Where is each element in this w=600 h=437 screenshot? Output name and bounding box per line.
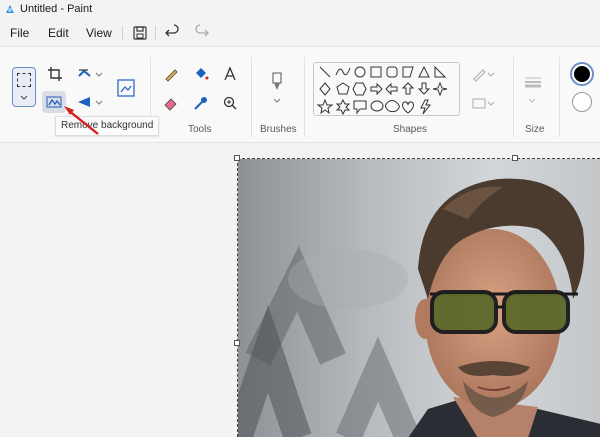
group-divider (559, 57, 560, 137)
paint-app-icon (6, 5, 14, 13)
group-divider (304, 57, 305, 137)
chevron-down-icon[interactable] (95, 71, 103, 79)
five-point-star-shape-icon (316, 98, 334, 115)
right-arrow-shape-icon (370, 82, 383, 96)
undo-icon[interactable] (163, 24, 181, 42)
menu-edit[interactable]: Edit (48, 26, 69, 40)
secondary-color-swatch[interactable] (572, 92, 592, 112)
group-divider (251, 57, 252, 137)
triangle-shape-icon (418, 65, 430, 78)
four-point-star-shape-icon (432, 81, 448, 97)
rect-callout-shape-icon (353, 100, 367, 115)
lightning-shape-icon (420, 99, 432, 115)
window-title: Untitled - Paint (20, 3, 93, 15)
text-icon[interactable] (219, 63, 241, 85)
size-lines-icon[interactable] (522, 71, 544, 93)
canvas[interactable] (237, 158, 600, 437)
crop-icon[interactable] (44, 63, 66, 85)
save-icon[interactable] (131, 24, 149, 42)
chevron-down-icon[interactable] (487, 100, 495, 108)
shapes-group-label: Shapes (393, 124, 427, 135)
color-picker-icon[interactable] (190, 92, 212, 114)
menu-view[interactable]: View (86, 26, 112, 40)
pentagon-shape-icon (336, 82, 350, 95)
menu-bar: File Edit View (0, 20, 600, 46)
six-point-star-shape-icon (335, 98, 351, 116)
canvas-resize-handle[interactable] (234, 155, 240, 161)
selection-rect-icon (17, 73, 31, 87)
title-bar: Untitled - Paint (0, 0, 600, 20)
canvas-resize-handle[interactable] (234, 340, 240, 346)
rectangle-shape-icon (370, 66, 382, 78)
polygon-shape-icon (402, 66, 414, 78)
select-button[interactable] (12, 67, 36, 107)
oval-callout-shape-icon (370, 100, 384, 112)
shapes-icons (316, 65, 448, 116)
menu-divider (155, 26, 156, 40)
portrait-image (238, 159, 600, 437)
menu-divider (122, 26, 123, 40)
diamond-shape-icon (319, 82, 331, 96)
left-arrow-shape-icon (385, 82, 398, 96)
line-shape-icon (319, 66, 331, 78)
canvas-resize-handle[interactable] (512, 155, 518, 161)
cloud-callout-shape-icon (385, 100, 400, 113)
heart-shape-icon (402, 101, 414, 114)
hexagon-shape-icon (352, 82, 367, 96)
annotation-arrow (64, 106, 99, 135)
group-divider (513, 57, 514, 137)
fill-icon[interactable] (190, 63, 212, 85)
oval-shape-icon (354, 66, 366, 78)
size-group-label: Size (525, 124, 545, 135)
brush-icon[interactable] (266, 71, 288, 93)
chevron-down-icon (20, 95, 28, 100)
up-arrow-shape-icon (401, 82, 415, 95)
right-triangle-shape-icon (434, 65, 447, 78)
chevron-down-icon[interactable] (273, 97, 281, 105)
magnifier-icon[interactable] (219, 92, 241, 114)
tools-group-label: Tools (188, 124, 212, 135)
redo-icon[interactable] (193, 24, 211, 42)
rounded-rect-shape-icon (386, 66, 398, 78)
resize-icon[interactable] (115, 77, 137, 99)
shapes-gallery[interactable] (313, 62, 460, 116)
pencil-icon[interactable] (160, 63, 182, 85)
curve-shape-icon (335, 67, 351, 76)
primary-color-swatch[interactable] (570, 62, 594, 86)
down-arrow-shape-icon (417, 82, 431, 95)
chevron-down-icon[interactable] (528, 97, 536, 105)
rotate-icon[interactable] (74, 63, 96, 85)
brushes-group-label: Brushes (260, 124, 297, 135)
eraser-icon[interactable] (160, 92, 182, 114)
menu-file[interactable]: File (10, 26, 29, 40)
chevron-down-icon[interactable] (487, 71, 495, 79)
